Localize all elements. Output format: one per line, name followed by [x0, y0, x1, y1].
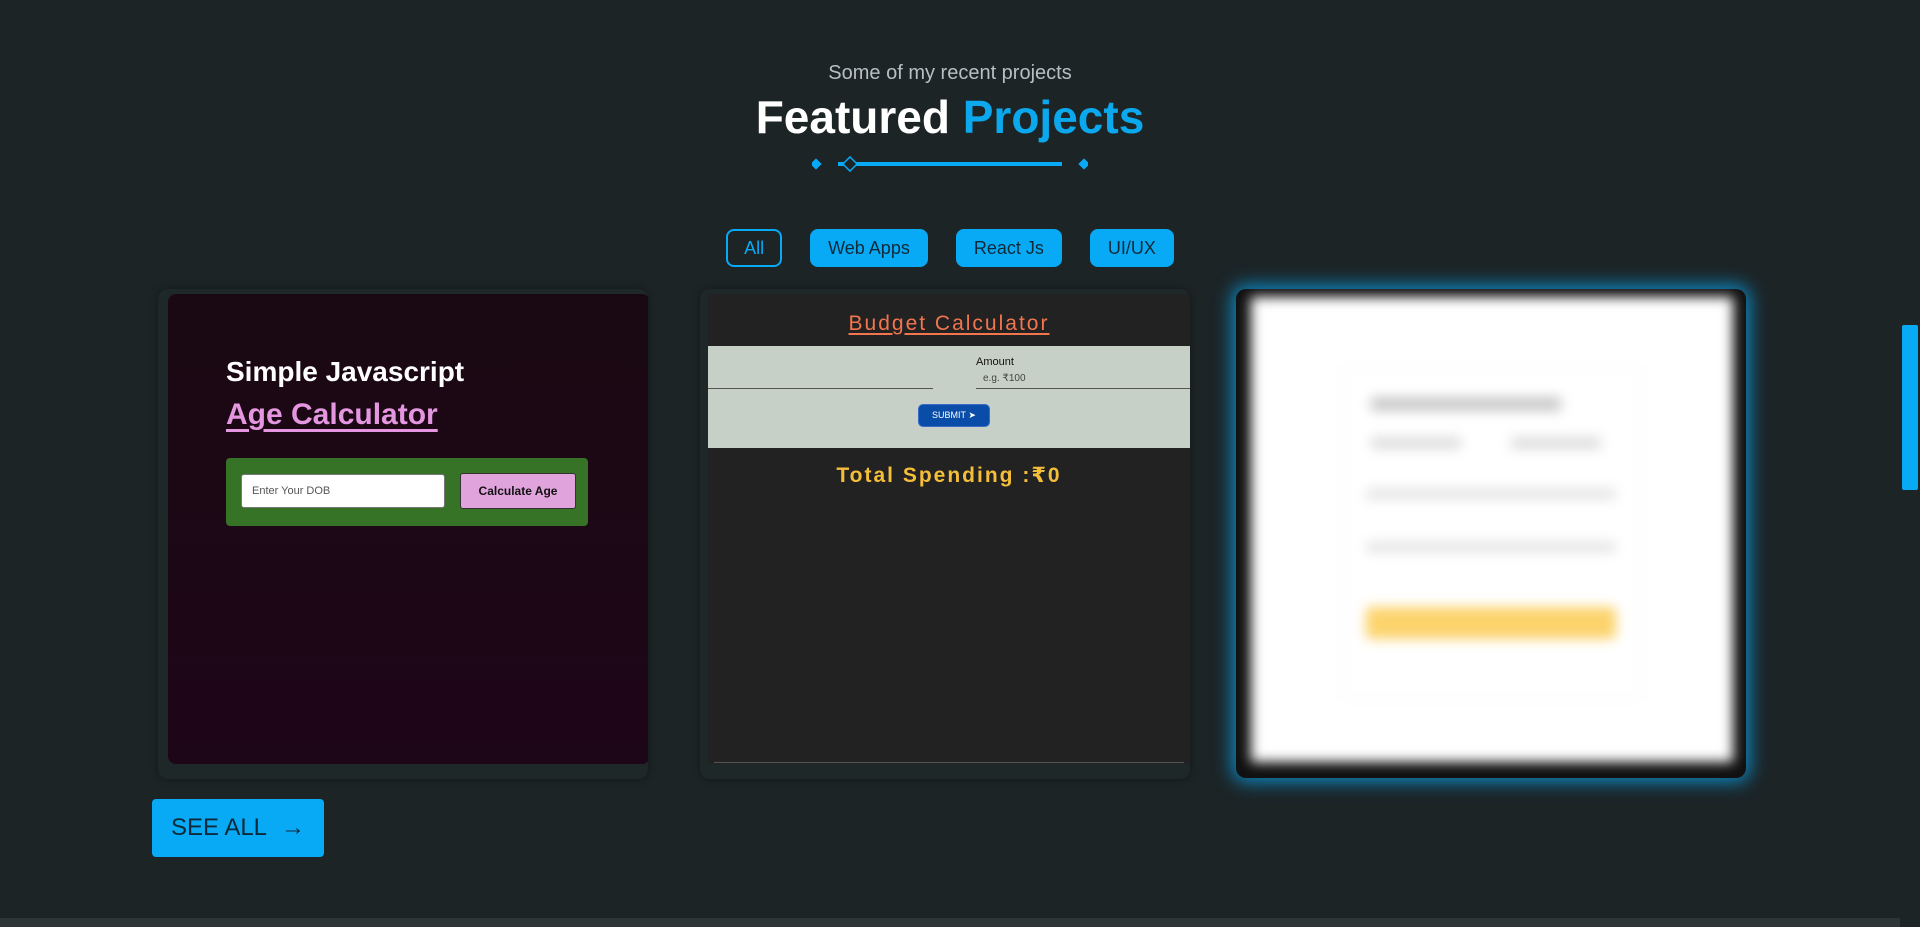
- blurred-form-box: [1343, 367, 1641, 699]
- dob-input[interactable]: Enter Your DOB: [241, 474, 445, 508]
- section-subtitle: Some of my recent projects: [828, 62, 1072, 84]
- blurred-project-preview: [1251, 297, 1733, 762]
- amount-label: Amount: [976, 356, 1014, 368]
- submit-button[interactable]: SUBMIT ➤: [918, 404, 990, 427]
- see-all-button[interactable]: SEE ALL →: [152, 799, 324, 857]
- see-all-label: SEE ALL: [170, 814, 268, 841]
- arrow-right-icon: →: [281, 814, 306, 841]
- filter-all[interactable]: All: [726, 229, 783, 267]
- title-divider: [812, 155, 1088, 173]
- project-card-budget-calculator[interactable]: Budget Calculator Amount e.g. ₹100 SUBMI…: [700, 289, 1190, 779]
- title-main: Featured: [755, 91, 950, 143]
- horizontal-scrollbar[interactable]: [0, 918, 1900, 927]
- blurred-action-button: [1366, 607, 1616, 639]
- description-input[interactable]: [708, 388, 933, 389]
- section-title: Featured Projects: [0, 90, 1900, 144]
- age-calc-title-line1: Simple Javascript: [226, 356, 465, 387]
- budget-calculator-preview: Budget Calculator Amount e.g. ₹100 SUBMI…: [708, 294, 1190, 764]
- project-filters: All Web Apps React Js UI/UX: [0, 229, 1900, 267]
- filter-web-apps[interactable]: Web Apps: [810, 229, 928, 267]
- scrollbar-thumb[interactable]: [1902, 325, 1918, 490]
- calculate-age-button[interactable]: Calculate Age: [460, 473, 576, 509]
- budget-calc-form: Amount e.g. ₹100 SUBMIT ➤: [708, 346, 1190, 448]
- filter-react-js[interactable]: React Js: [955, 229, 1062, 267]
- age-calculator-preview: Simple Javascript Age Calculator Enter Y…: [168, 294, 648, 764]
- preview-bottom-line: [714, 762, 1184, 763]
- project-card-age-calculator[interactable]: Simple Javascript Age Calculator Enter Y…: [158, 289, 648, 779]
- blurred-field-1: [1366, 489, 1616, 499]
- blurred-option-1: [1371, 437, 1461, 449]
- total-spending: Total Spending :₹0: [836, 464, 1062, 487]
- title-accent: Projects: [962, 91, 1145, 143]
- budget-calc-title: Budget Calculator: [848, 312, 1050, 335]
- age-calc-form: Enter Your DOB Calculate Age: [226, 458, 588, 526]
- filter-ui-ux[interactable]: UI/UX: [1089, 229, 1174, 267]
- blurred-heading: [1371, 397, 1561, 411]
- blurred-option-2: [1511, 437, 1601, 449]
- age-calc-title-line2: Age Calculator: [226, 398, 438, 431]
- project-card-blurred[interactable]: [1236, 289, 1746, 778]
- amount-input[interactable]: e.g. ₹100: [976, 371, 1190, 389]
- blurred-field-2: [1366, 542, 1616, 552]
